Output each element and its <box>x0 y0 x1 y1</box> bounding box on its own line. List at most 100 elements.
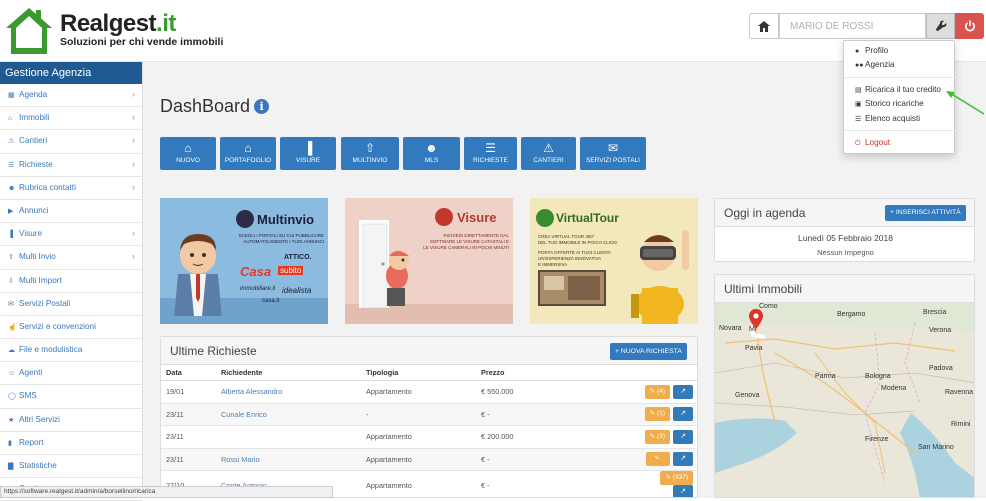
map-marker-icon[interactable] <box>749 309 763 329</box>
banner-multinvio[interactable]: Multinvio SCEGLI I PORTALI SU CUI PUBBLI… <box>160 198 328 324</box>
sidebar-item-agenda[interactable]: ▦ Agenda › <box>0 84 142 108</box>
banner-virtualtour[interactable]: VirtualTour CREA VIRTUAL TOUR 360° DEL T… <box>530 198 698 324</box>
sidebar-item-label: Agenti <box>19 368 43 378</box>
match-count-badge: (337) <box>672 474 688 481</box>
sidebar-item-sms[interactable]: ◯ SMS <box>0 385 142 409</box>
sidebar-item-report[interactable]: ▮ Report <box>0 432 142 455</box>
user-name-field[interactable]: MARIO DE ROSSI <box>779 13 926 39</box>
external-link-icon: ↗ <box>680 488 686 495</box>
sidebar-item-file-e-modulistica[interactable]: ☁ File e modulistica <box>0 339 142 363</box>
sidebar-item-label: Multi Import <box>19 275 62 285</box>
cell-richiedente[interactable] <box>216 425 361 449</box>
sidebar-item-label: Immobili <box>19 113 50 123</box>
open-record-button[interactable]: ↗ <box>673 429 693 444</box>
menu-item-profilo[interactable]: ● Profilo <box>855 46 888 55</box>
sidebar-item-immobili[interactable]: ⌂ Immobili › <box>0 107 142 131</box>
map-city-label: Verona <box>929 327 952 334</box>
sidebar-item-multi-import[interactable]: ⇩ Multi Import <box>0 270 142 293</box>
table-row[interactable]: 19/01 Alberta Alessandro Appartamento € 550… <box>161 380 697 404</box>
sidebar-item-servizi-postali[interactable]: ✉ Servizi Postali <box>0 293 142 316</box>
sidebar-item-agenti[interactable]: ☺ Agenti <box>0 362 142 386</box>
pointer-arrow-icon <box>946 91 985 115</box>
sidebar-item-multi-invio[interactable]: ⇧ Multi Invio › <box>0 246 142 270</box>
logo-immobiliare: immobiliare.it <box>240 286 276 292</box>
menu-item-ricarica[interactable]: ▤ Ricarica il tuo credito <box>855 85 941 94</box>
toolbar-button-nuovo[interactable]: ⌂ NUOVO <box>160 137 216 170</box>
cell-richiedente[interactable]: Rossi Mario <box>216 448 361 471</box>
open-record-button[interactable]: ↗ <box>673 452 693 467</box>
banner-multinvio-text2: AUTOMATICAMENTE I TUOI ANNUNCI <box>243 239 324 244</box>
cell-tipologia: - <box>361 403 476 426</box>
sidebar-item-label: Statistiche <box>19 461 57 470</box>
menu-item-elenco[interactable]: ☰ Elenco acquisti <box>855 114 920 123</box>
home-icon: ⌂ <box>8 115 13 123</box>
toolbar-button-portafoglio[interactable]: ⌂ PORTAFOGLIO <box>220 137 276 170</box>
banner-visure[interactable]: Visure RICHIEDI DIRETTAMENTE DAL SOFTWAR… <box>345 198 513 324</box>
richiedente-link[interactable]: Rossi Mario <box>221 455 260 464</box>
map-city-label: Pavia <box>745 345 763 352</box>
map-view[interactable]: Como Bergamo Brescia Novara Mi Pavia Verona Pad… <box>715 303 974 497</box>
home-button[interactable] <box>749 13 779 39</box>
menu-item-logout[interactable]: ⏻ Logout <box>855 138 890 148</box>
sidebar-item-cantieri[interactable]: ⚠ Cantieri › <box>0 130 142 154</box>
sidebar-item-altri-servizi[interactable]: ★ Altri Servizi <box>0 409 142 432</box>
users-icon: ●● <box>855 62 864 69</box>
immobili-title: Ultimi Immobili <box>724 282 802 296</box>
edit-count-button[interactable]: ✎ (3) <box>644 429 670 444</box>
sidebar-item-rubrica-contatti[interactable]: ☻ Rubrica contatti › <box>0 177 142 200</box>
sidebar-item-richieste[interactable]: ☰ Richieste › <box>0 154 142 177</box>
map-city-label: Genova <box>735 392 760 399</box>
user-icon: ● <box>855 48 860 55</box>
richieste-title: Ultime Richieste <box>170 344 257 358</box>
toolbar-button-visure[interactable]: ▐ VISURE <box>280 137 336 170</box>
table-row[interactable]: 23/11 Rossi Mario Appartamento € - ✎ ↗ <box>161 448 697 471</box>
edit-count-button[interactable]: ✎ (1) <box>644 407 670 422</box>
richiedente-link[interactable]: Cunale Enrico <box>221 410 267 419</box>
cell-actions: ✎ (4) ↗ <box>636 380 697 404</box>
open-record-button[interactable]: ↗ <box>673 407 693 422</box>
settings-dropdown-button[interactable] <box>926 13 955 39</box>
cell-richiedente[interactable]: Cunale Enrico <box>216 403 361 426</box>
credit-card-icon: ▤ <box>855 87 862 94</box>
toolbar-button-mls[interactable]: ☻ MLS <box>403 137 460 170</box>
user-icon: ☺ <box>8 370 16 378</box>
toolbar-button-cantieri[interactable]: ⚠ CANTIERI <box>521 137 576 170</box>
toolbar-button-servizi-postali[interactable]: ✉ SERVIZI POSTALI <box>580 137 646 170</box>
sidebar-item-visure[interactable]: ▐ Visure › <box>0 223 142 247</box>
table-row[interactable]: 23/11 Appartamento € 200.000 ✎ (3) ↗ <box>161 425 697 449</box>
edit-count-button[interactable]: ✎ <box>646 452 670 467</box>
table-row[interactable]: 23/11 Cunale Enrico - € - ✎ (1) ↗ <box>161 403 697 426</box>
map-city-label: Bergamo <box>837 311 866 318</box>
map-city-label: Ravenna <box>945 389 974 396</box>
sidebar-item-label: Agenda <box>19 90 48 99</box>
logo-attico: ATTICO. <box>284 254 312 261</box>
add-activity-button[interactable]: + INSERISCI ATTIVITÀ <box>885 205 966 221</box>
sidebar-title: Gestione Agenzia <box>0 62 142 84</box>
richiedente-link[interactable]: Alberta Alessandro <box>221 387 282 396</box>
edit-count-button[interactable]: ✎ (4) <box>644 384 670 399</box>
map-city-label: San Marino <box>918 444 954 451</box>
sidebar-item-annunci[interactable]: ▶ Annunci <box>0 200 142 224</box>
toolbar-button-richieste[interactable]: ☰ RICHIESTE <box>464 137 517 170</box>
agenda-panel: Oggi in agenda + INSERISCI ATTIVITÀ Lune… <box>714 198 975 262</box>
open-record-button[interactable]: ↗ <box>673 485 693 497</box>
map-city-label: Modena <box>881 385 907 392</box>
menu-item-agenzia[interactable]: ●● Agenzia <box>855 60 895 69</box>
external-link-icon: ↗ <box>680 387 686 395</box>
sidebar-item-statistiche[interactable]: ▇ Statistiche <box>0 455 142 479</box>
edit-count-button[interactable]: ✎ (337) <box>660 471 693 485</box>
info-icon[interactable]: i <box>254 99 270 114</box>
pencil-icon: ✎ <box>649 432 656 440</box>
toolbar-button-multinvio[interactable]: ⇧ MULTINVIO <box>341 137 399 170</box>
sidebar-item-label: Report <box>19 437 44 447</box>
menu-item-storico[interactable]: ▣ Storico ricariche <box>855 99 924 108</box>
new-request-button[interactable]: + NUOVA RICHIESTA <box>610 343 687 360</box>
sidebar-item-servizi-e-convenzioni[interactable]: ☝ Servizi e convenzioni <box>0 316 142 340</box>
cell-richiedente[interactable]: Alberta Alessandro <box>216 380 361 404</box>
open-record-button[interactable]: ↗ <box>673 384 693 399</box>
column-header: Data <box>161 365 216 381</box>
immobili-panel: Ultimi Immobili Como Bergamo Brescia Novara… <box>714 274 975 498</box>
power-button[interactable] <box>955 13 984 39</box>
cell-data: 23/11 <box>161 403 216 426</box>
map-city-label: Brescia <box>923 309 947 316</box>
